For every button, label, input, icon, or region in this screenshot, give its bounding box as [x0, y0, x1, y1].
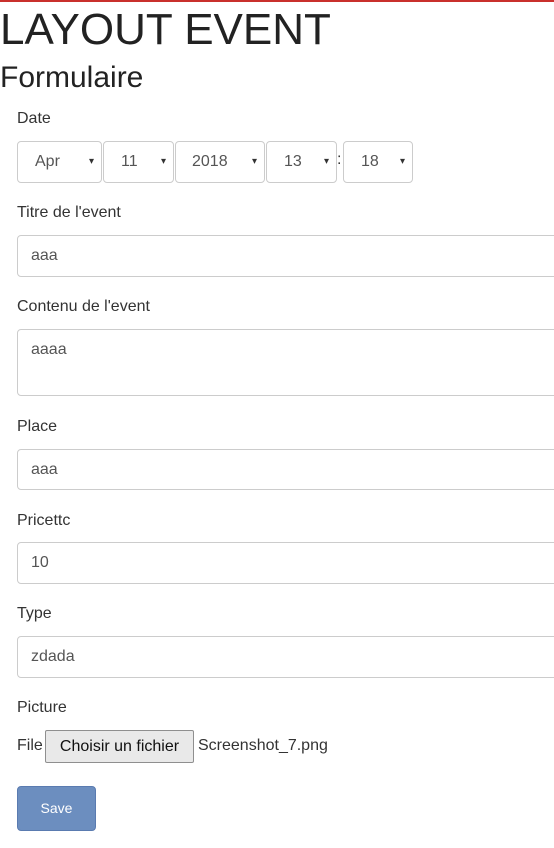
contenu-value: aaaa: [31, 341, 67, 358]
chevron-down-icon: ▾: [323, 156, 329, 167]
minute-select[interactable]: 18 ▾: [343, 141, 413, 183]
picture-label: Picture: [17, 699, 67, 716]
page-title: LAYOUT EVENT: [0, 5, 331, 54]
form-heading: Formulaire: [0, 61, 144, 94]
month-value: Apr: [35, 153, 60, 170]
contenu-label: Contenu de l'event: [17, 298, 150, 315]
choose-file-button[interactable]: Choisir un fichier: [45, 730, 194, 763]
chevron-down-icon: ▾: [399, 156, 405, 167]
contenu-textarea[interactable]: aaaa: [17, 329, 554, 396]
place-input[interactable]: aaa: [17, 449, 554, 490]
titre-label: Titre de l'event: [17, 204, 121, 221]
type-label: Type: [17, 605, 52, 622]
price-value: 10: [31, 554, 49, 571]
type-input[interactable]: zdada: [17, 636, 554, 678]
minute-value: 18: [361, 153, 379, 170]
type-value: zdada: [31, 648, 75, 665]
day-value: 11: [121, 153, 138, 170]
time-separator: :: [337, 151, 342, 168]
hour-value: 13: [284, 153, 302, 170]
place-label: Place: [17, 418, 58, 435]
titre-value: aaa: [31, 247, 58, 264]
date-label: Date: [17, 110, 51, 127]
top-accent-line: [0, 0, 554, 2]
year-select[interactable]: 2018 ▾: [175, 141, 265, 183]
price-label: Pricettc: [17, 512, 71, 529]
month-select[interactable]: Apr ▾: [17, 141, 102, 183]
day-select[interactable]: 11 ▾: [103, 141, 174, 183]
titre-input[interactable]: aaa: [17, 235, 554, 277]
price-input[interactable]: 10: [17, 542, 554, 584]
file-label: File: [17, 737, 43, 754]
place-value: aaa: [31, 461, 58, 478]
chevron-down-icon: ▾: [160, 156, 166, 167]
selected-file-name: Screenshot_7.png: [198, 737, 328, 754]
year-value: 2018: [192, 153, 228, 170]
chevron-down-icon: ▾: [88, 156, 94, 167]
save-button[interactable]: Save: [17, 786, 96, 831]
chevron-down-icon: ▾: [251, 156, 257, 167]
hour-select[interactable]: 13 ▾: [266, 141, 337, 183]
